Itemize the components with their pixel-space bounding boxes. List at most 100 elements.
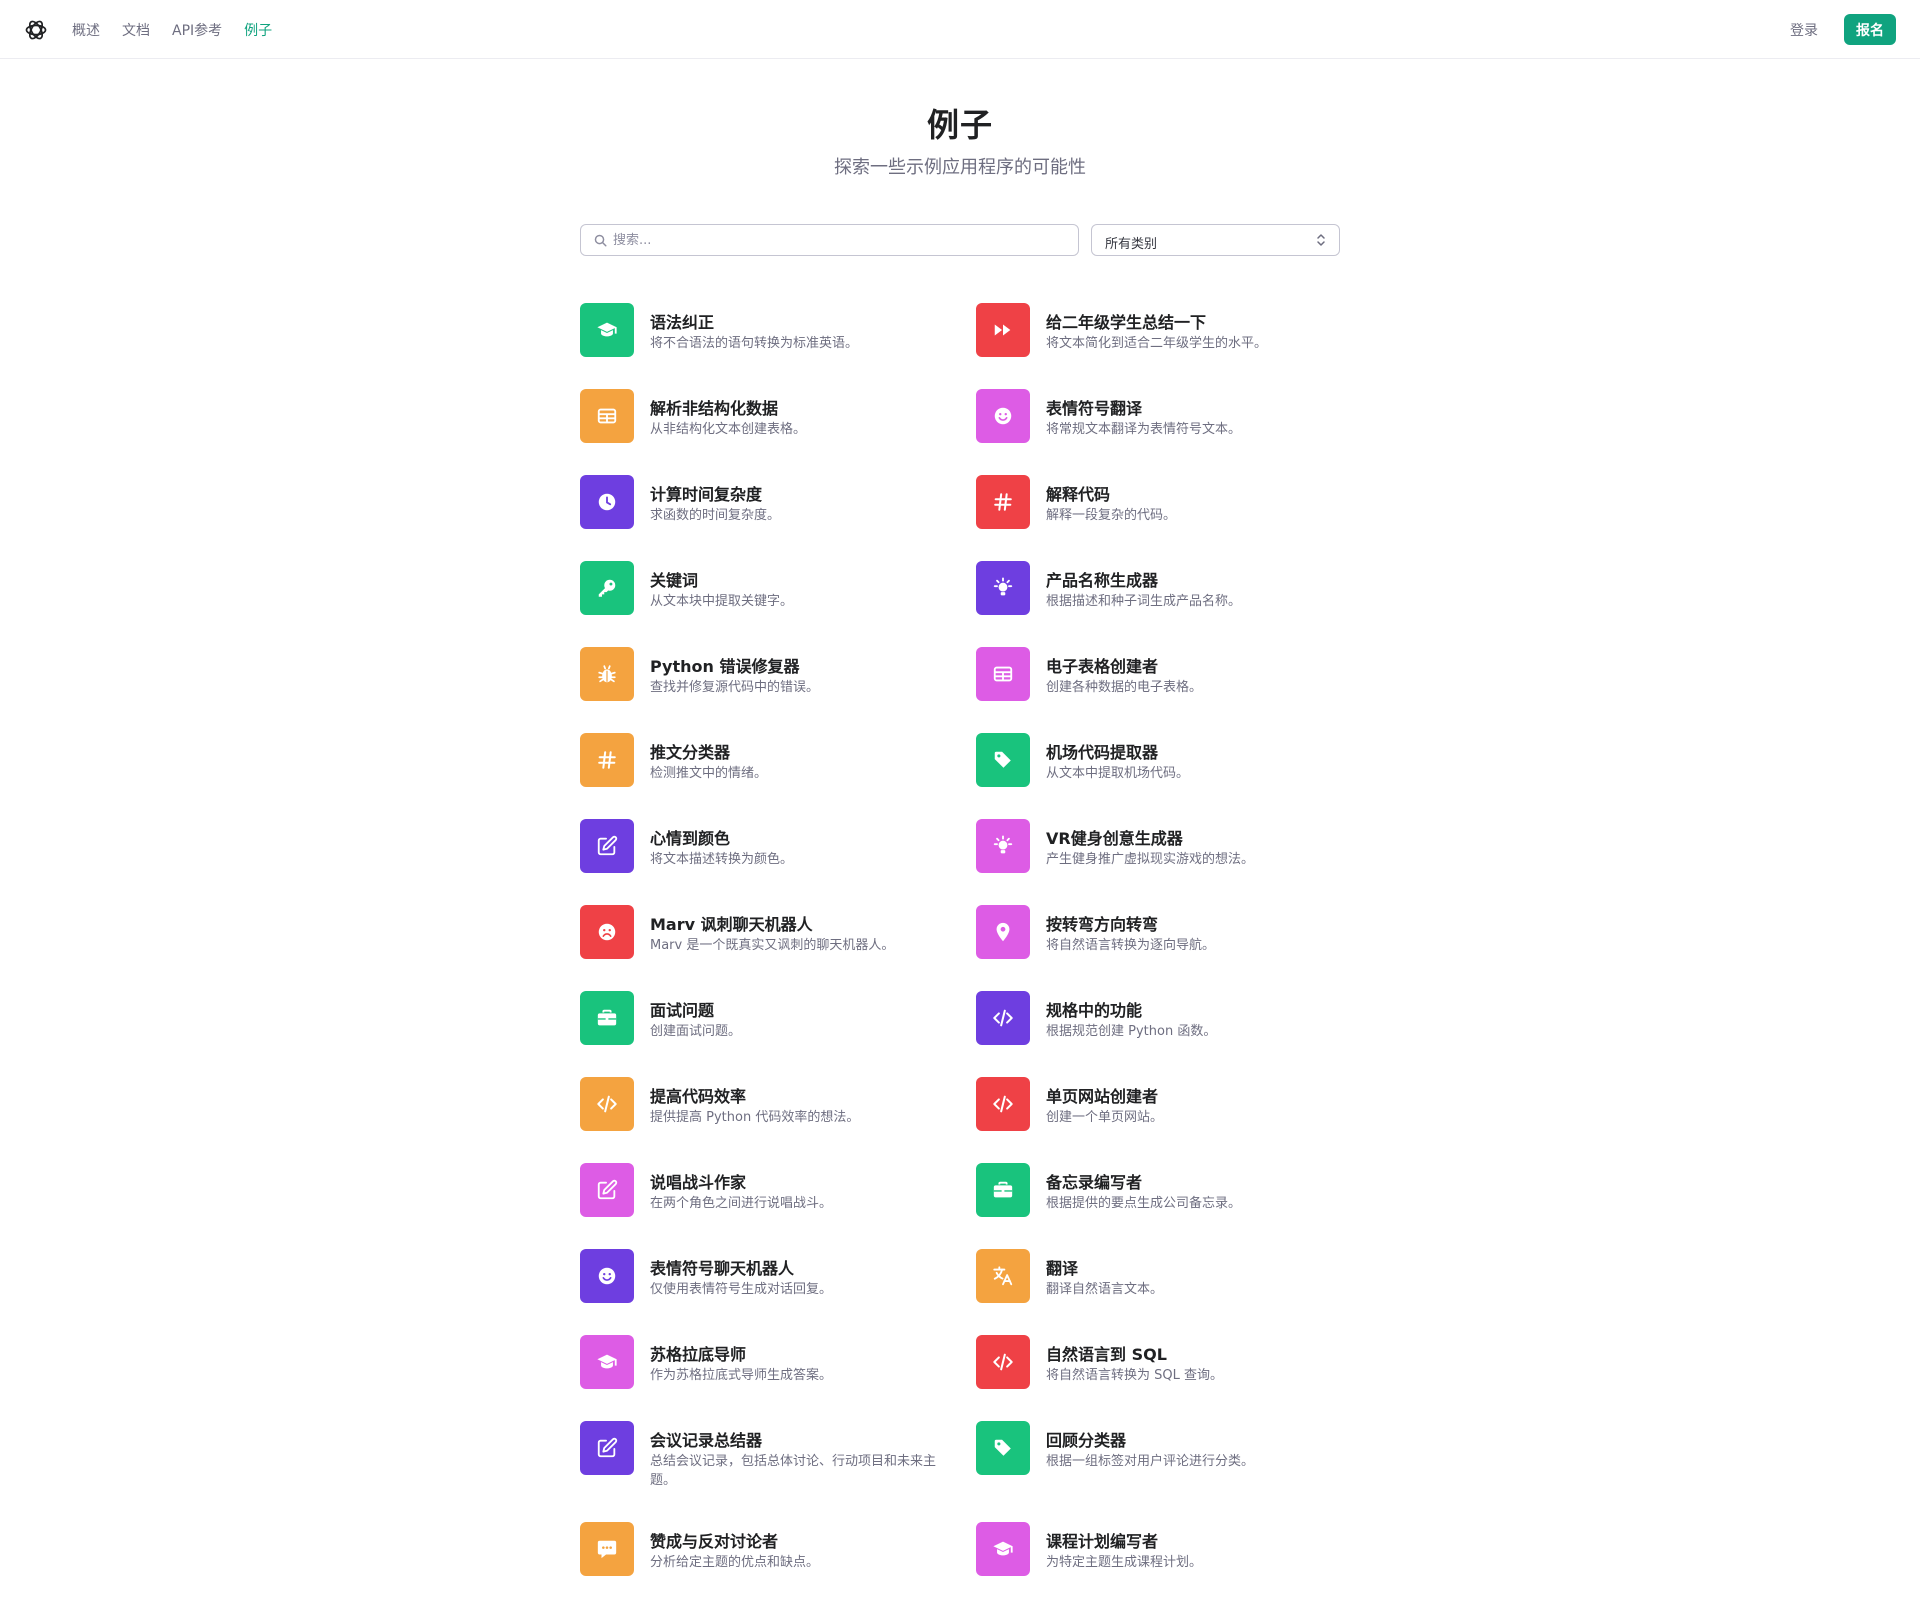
login-link[interactable]: 登录 — [1790, 20, 1818, 40]
hashtag-icon — [994, 493, 1012, 511]
table-icon — [993, 666, 1013, 682]
example-description: 在两个角色之间进行说唱战斗。 — [650, 1196, 833, 1211]
example-title: 说唱战斗作家 — [650, 1173, 747, 1192]
example-description: 分析给定主题的优点和缺点。 — [650, 1555, 820, 1570]
example-icon-tile — [580, 1249, 634, 1303]
example-description: Marv 是一个既真实又讽刺的聊天机器人。 — [650, 938, 895, 953]
code-icon — [993, 1095, 1013, 1113]
example-description: 仅使用表情符号生成对话回复。 — [650, 1282, 833, 1297]
example-description: 根据一组标签对用户评论进行分类。 — [1046, 1454, 1255, 1469]
example-description: 将文本描述转换为颜色。 — [650, 852, 794, 867]
example-icon-tile — [976, 1077, 1030, 1131]
example-title: 自然语言到 SQL — [1046, 1345, 1167, 1364]
key-icon — [598, 579, 616, 597]
example-title: 翻译 — [1046, 1259, 1079, 1278]
example-icon-tile — [976, 303, 1030, 357]
example-title: 心情到颜色 — [650, 829, 731, 848]
example-title: 课程计划编写者 — [1046, 1532, 1159, 1551]
example-description: 创建面试问题。 — [650, 1024, 742, 1039]
example-description: 从文本中提取机场代码。 — [1046, 766, 1190, 781]
example-title: 机场代码提取器 — [1046, 743, 1159, 762]
example-title: 规格中的功能 — [1046, 1001, 1143, 1020]
example-title: 计算时间复杂度 — [650, 485, 763, 504]
example-title: 给二年级学生总结一下 — [1046, 313, 1207, 332]
example-title: 提高代码效率 — [650, 1087, 747, 1106]
example-icon-tile — [976, 991, 1030, 1045]
example-icon-tile — [976, 1335, 1030, 1389]
tag-icon — [994, 1439, 1011, 1456]
example-title: 赞成与反对讨论者 — [650, 1532, 779, 1551]
example-description: 根据规范创建 Python 函数。 — [1046, 1024, 1217, 1039]
search-box — [580, 224, 1079, 256]
example-icon-tile — [976, 1163, 1030, 1217]
signup-button[interactable]: 报名 — [1844, 14, 1896, 45]
example-icon-tile — [976, 1522, 1030, 1576]
example-icon-tile — [580, 1522, 634, 1576]
example-icon-tile — [580, 905, 634, 959]
example-title: 电子表格创建者 — [1046, 657, 1159, 676]
graduation-cap-icon — [993, 1541, 1013, 1556]
nav-link-examples[interactable]: 例子 — [244, 20, 272, 40]
lightbulb-icon — [993, 577, 1013, 596]
example-description: 根据描述和种子词生成产品名称。 — [1046, 594, 1242, 609]
example-icon-tile — [976, 389, 1030, 443]
example-icon-tile — [976, 733, 1030, 787]
example-title: VR健身创意生成器 — [1046, 829, 1183, 848]
example-title: 表情符号聊天机器人 — [650, 1259, 795, 1278]
lightbulb-icon — [993, 835, 1013, 854]
example-description: 将文本简化到适合二年级学生的水平。 — [1046, 336, 1268, 351]
category-select-value: 所有类别 — [1105, 237, 1158, 252]
hashtag-icon — [598, 751, 616, 769]
example-title: 关键词 — [650, 571, 699, 590]
example-icon-tile — [580, 1421, 634, 1475]
example-description: 创建各种数据的电子表格。 — [1046, 680, 1203, 695]
example-icon-tile — [580, 819, 634, 873]
example-icon-tile — [580, 561, 634, 615]
chat-icon — [597, 1540, 617, 1559]
example-title: 语法纠正 — [650, 313, 715, 332]
example-title: 备忘录编写者 — [1046, 1173, 1143, 1192]
table-icon — [597, 408, 617, 424]
example-description: 将常规文本翻译为表情符号文本。 — [1046, 422, 1242, 437]
example-icon-tile — [976, 1421, 1030, 1475]
example-description: 为特定主题生成课程计划。 — [1046, 1555, 1203, 1570]
example-description: 作为苏格拉底式导师生成答案。 — [650, 1368, 833, 1383]
example-description: 翻译自然语言文本。 — [1046, 1282, 1164, 1297]
search-input[interactable] — [613, 225, 1073, 255]
example-icon-tile — [580, 647, 634, 701]
clock-icon — [598, 493, 616, 511]
smile-icon — [598, 1267, 616, 1285]
code-icon — [993, 1353, 1013, 1371]
chevron-up-down-icon — [1315, 233, 1327, 247]
edit-icon — [597, 1437, 618, 1458]
top-navigation: 概述 文档 API参考 例子 登录 报名 — [0, 0, 1920, 59]
frown-icon — [598, 923, 616, 941]
fast-forward-icon — [994, 324, 1011, 336]
example-icon-tile — [976, 475, 1030, 529]
example-title: 表情符号翻译 — [1046, 399, 1143, 418]
nav-link-docs[interactable]: 文档 — [122, 20, 150, 40]
example-icon-tile — [976, 905, 1030, 959]
graduation-cap-icon — [597, 1354, 617, 1369]
edit-icon — [597, 1179, 618, 1200]
code-icon — [993, 1009, 1013, 1027]
example-icon-tile — [976, 561, 1030, 615]
example-title: Marv 讽刺聊天机器人 — [650, 915, 813, 934]
example-description: 根据提供的要点生成公司备忘录。 — [1046, 1196, 1242, 1211]
example-icon-tile — [976, 647, 1030, 701]
example-description: 解释一段复杂的代码。 — [1046, 508, 1177, 523]
example-title: 按转弯方向转弯 — [1046, 915, 1159, 934]
example-description: 求函数的时间复杂度。 — [650, 508, 781, 523]
example-description: 将不合语法的语句转换为标准英语。 — [650, 336, 859, 351]
example-icon-tile — [580, 303, 634, 357]
example-description: 从文本块中提取关键字。 — [650, 594, 794, 609]
page-title: 例子 — [926, 106, 993, 144]
nav-link-api-reference[interactable]: API参考 — [172, 20, 222, 40]
example-icon-tile — [580, 1335, 634, 1389]
example-icon-tile — [580, 733, 634, 787]
example-title: 单页网站创建者 — [1046, 1087, 1159, 1106]
openai-logo-icon[interactable] — [24, 18, 48, 42]
nav-link-overview[interactable]: 概述 — [72, 20, 100, 40]
category-select[interactable]: 所有类别 — [1091, 224, 1340, 256]
translate-icon — [993, 1266, 1013, 1286]
